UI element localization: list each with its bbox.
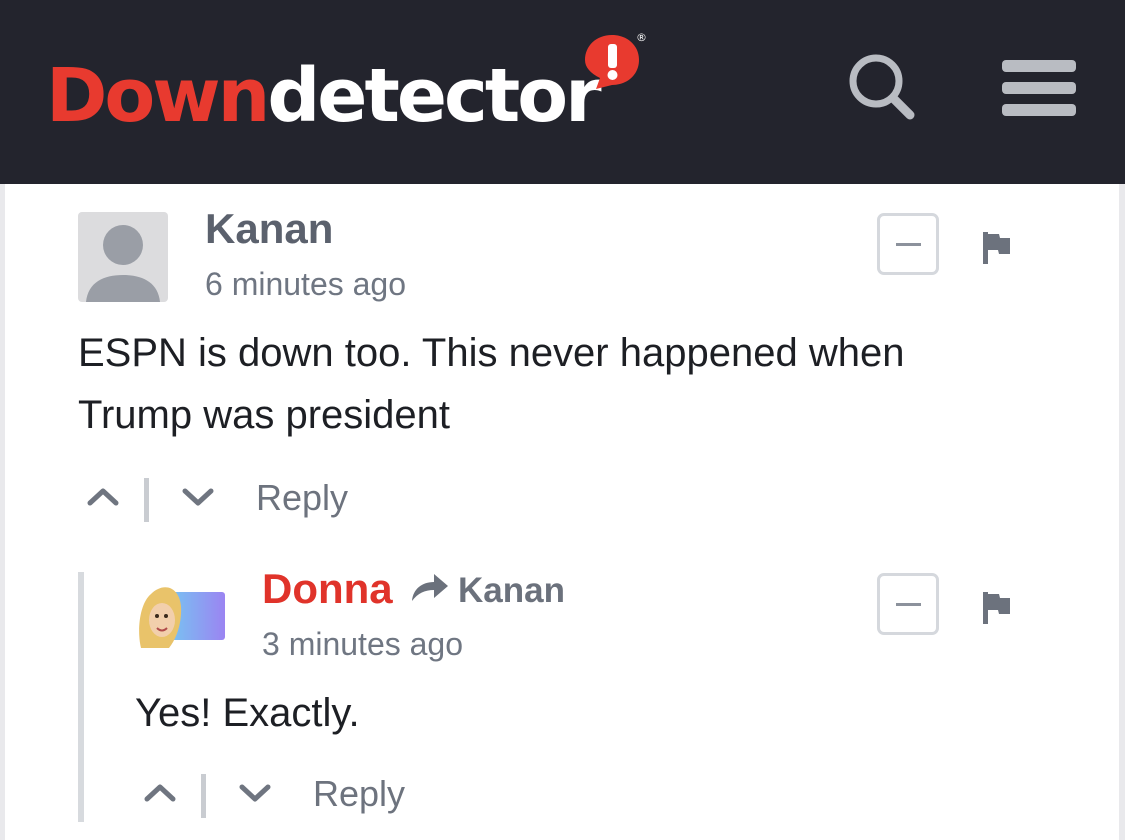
site-header: Downdetector ® <box>0 0 1125 184</box>
page-edge-right <box>1119 184 1125 840</box>
downvote-chevron-icon[interactable] <box>178 477 218 517</box>
downvote-chevron-icon[interactable] <box>235 773 275 813</box>
reply-thread-line <box>78 572 84 822</box>
logo-text-detector: detector <box>267 53 601 139</box>
collapse-reply-button[interactable] <box>877 573 939 635</box>
reply-to-author[interactable]: Kanan <box>458 570 565 612</box>
search-icon[interactable] <box>842 48 922 122</box>
hamburger-menu-icon[interactable] <box>1000 58 1078 118</box>
flag-icon[interactable] <box>981 231 1013 265</box>
vote-divider <box>201 774 206 818</box>
upvote-chevron-icon[interactable] <box>83 477 123 517</box>
reply-button[interactable]: Reply <box>256 476 348 520</box>
page-edge-left <box>0 184 5 840</box>
logo-text-down: Down <box>46 53 270 139</box>
upvote-chevron-icon[interactable] <box>140 773 180 813</box>
exclamation-badge-icon <box>585 35 639 89</box>
reply-arrow-icon <box>412 574 448 601</box>
downdetector-logo[interactable]: Downdetector <box>46 52 602 140</box>
flag-icon[interactable] <box>981 591 1013 625</box>
collapse-comment-button[interactable] <box>877 213 939 275</box>
donna-avatar[interactable] <box>135 572 225 662</box>
reply-text: Yes! Exactly. <box>135 691 360 735</box>
vote-divider <box>144 478 149 522</box>
comment-text-line1: ESPN is down too. This never happened wh… <box>78 331 905 375</box>
profile-photo-avatar <box>139 587 225 648</box>
minus-icon <box>896 603 921 606</box>
minus-icon <box>896 243 921 246</box>
default-user-icon <box>86 225 160 302</box>
reply-author[interactable]: Donna <box>262 565 393 613</box>
reply-button[interactable]: Reply <box>313 772 405 816</box>
comment-text-line2: Trump was president <box>78 393 450 437</box>
comment-author[interactable]: Kanan <box>205 205 333 253</box>
registered-mark: ® <box>636 31 647 44</box>
kanan-avatar[interactable] <box>78 212 168 302</box>
comment-timestamp[interactable]: 6 minutes ago <box>205 265 406 303</box>
reply-timestamp[interactable]: 3 minutes ago <box>262 625 463 663</box>
